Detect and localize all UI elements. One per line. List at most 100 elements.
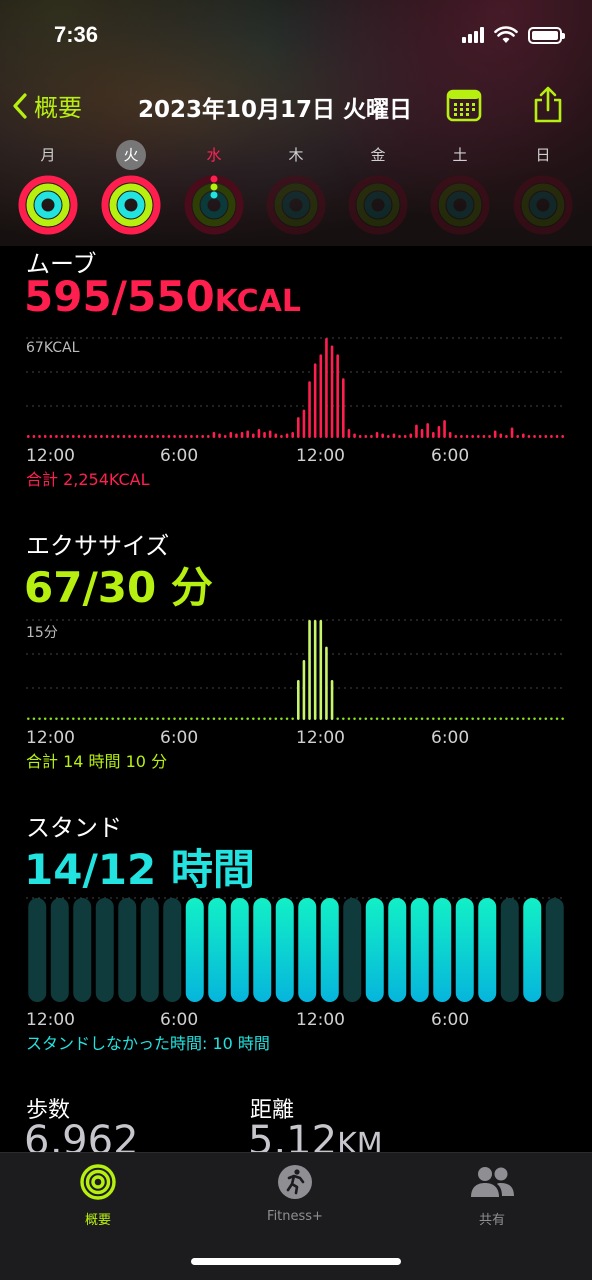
exercise-bar [212,717,216,720]
exercise-bar [499,717,503,720]
move-bar [105,435,109,438]
exercise-bar [83,717,86,720]
exercise-bar [252,717,255,720]
page-title: 2023年10月17日 火曜日 [138,97,413,123]
stand-bar-stood [208,898,227,1002]
move-bar [533,435,536,438]
share-button[interactable] [532,86,564,128]
move-bar [257,429,261,438]
activity-ring-icon [266,175,326,235]
exercise-bar [111,717,114,720]
move-bar [201,435,204,438]
day-2[interactable]: 水 [179,140,249,236]
move-bar [167,435,171,438]
day-1[interactable]: 火 [96,140,166,236]
stand-total: スタンドしなかった時間: 10 時間 [26,1034,270,1053]
exercise-bar [432,717,435,720]
exercise-bar [117,717,120,720]
exercise-bar [195,717,199,720]
tick-label: 12:00 [26,446,75,466]
exercise-bar [291,717,294,720]
exercise-bar [257,717,261,720]
move-bar [527,435,531,438]
activity-ring-icon [184,175,244,235]
exercise-bar [263,717,266,720]
move-bar [83,435,86,438]
exercise-bar [201,717,204,720]
exercise-bar [471,717,474,720]
exercise-bar [550,717,553,720]
move-bar [38,435,41,438]
home-indicator [191,1258,401,1265]
exercise-bar [522,717,525,720]
day-5[interactable]: 土 [425,140,495,236]
exercise-bar [353,717,356,720]
exercise-bar [392,717,396,720]
exercise-bar [100,717,103,720]
tab-fitness-plus[interactable]: Fitness+ [235,1163,355,1224]
tab-label: Fitness+ [267,1209,323,1224]
move-bar [285,433,289,438]
move-bar [561,435,564,438]
exercise-bar [268,717,272,720]
cellular-signal-icon [462,27,484,43]
tick-label: 12:00 [296,1010,345,1030]
exercise-bar [533,717,536,720]
stand-bar-missed [500,898,519,1002]
stand-time-axis: 12:00 6:00 12:00 6:00 [26,1010,566,1032]
exercise-bar [229,717,233,720]
exercise-bar [77,717,81,720]
share-icon [534,86,562,123]
exercise-bar [60,717,64,720]
exercise-bar [544,717,548,720]
exercise-bar [32,717,36,720]
stand-bar-missed [118,898,137,1002]
stand-chart [26,897,566,1002]
move-bar [88,435,92,438]
day-label: 土 [452,146,468,164]
day-0[interactable]: 月 [13,140,83,236]
move-bar [111,435,114,438]
move-bar [297,417,300,438]
move-bar [235,433,238,438]
move-bar [268,430,272,438]
back-button[interactable]: 概要 [12,88,82,123]
move-bar [207,435,210,438]
move-bar [308,381,311,438]
day-4[interactable]: 金 [343,140,413,236]
activity-ring-icon [513,175,573,235]
exercise-bar [139,717,143,720]
exercise-total: 合計 14 時間 10 分 [26,752,168,771]
day-6[interactable]: 日 [508,140,578,236]
activity-ring-icon [18,175,78,235]
move-bar [274,433,278,438]
move-bar [302,409,306,438]
tab-summary[interactable]: 概要 [38,1163,158,1228]
exercise-bar [516,717,519,720]
stand-bar-stood [185,898,204,1002]
day-3[interactable]: 木 [261,140,331,236]
tab-sharing[interactable]: 共有 [432,1163,552,1228]
activity-rings-icon [80,1164,116,1200]
stand-bar-stood [478,898,497,1002]
exercise-bar [454,717,458,720]
exercise-bar [375,717,379,720]
exercise-bar [240,717,244,720]
stand-bar-missed [163,898,182,1002]
move-bar [392,433,396,438]
exercise-bar [342,717,345,720]
activity-ring-icon [430,175,490,235]
activity-details[interactable]: ムーブ 595/550KCAL 67KCAL 12:00 6:00 12:00 … [0,246,592,1152]
exercise-bar [190,717,193,720]
exercise-bar [55,717,58,720]
move-bar [252,433,255,438]
move-bar [370,435,373,438]
stand-bar-missed [50,898,69,1002]
move-bar [72,435,75,438]
exercise-bar [173,717,176,720]
calendar-button[interactable] [446,88,482,126]
move-bar [229,432,233,438]
exercise-bar [122,717,126,720]
exercise-bar [72,717,75,720]
move-bar [162,435,165,438]
